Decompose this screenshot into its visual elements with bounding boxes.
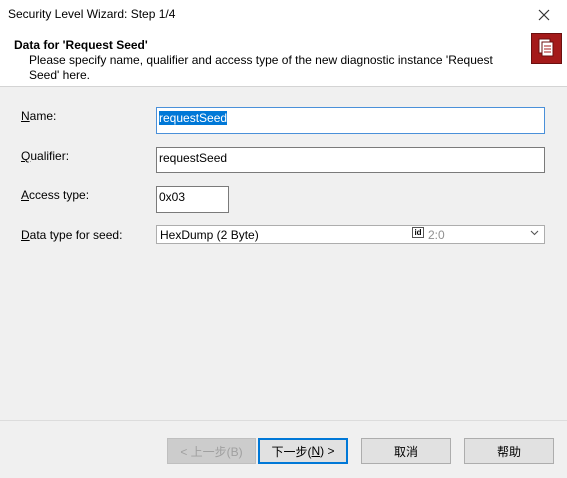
wizard-documents-icon xyxy=(531,33,562,64)
footer-divider xyxy=(0,420,567,421)
name-label: Name: xyxy=(21,109,57,123)
data-type-value: HexDump (2 Byte) xyxy=(160,228,259,242)
qualifier-input-value: requestSeed xyxy=(159,151,228,165)
header-description: Please specify name, qualifier and acces… xyxy=(29,53,493,82)
access-type-input-value: 0x03 xyxy=(159,190,186,204)
qualifier-input[interactable]: requestSeed xyxy=(156,147,545,173)
data-type-label: Data type for seed: xyxy=(21,228,123,242)
access-type-input[interactable]: 0x03 xyxy=(156,186,229,213)
window-title: Security Level Wizard: Step 1/4 xyxy=(8,7,176,21)
back-button[interactable]: < 上一步(B) xyxy=(167,438,256,464)
next-button[interactable]: 下一步(N) > xyxy=(258,438,348,464)
chevron-down-icon xyxy=(530,230,539,236)
cancel-button[interactable]: 取消 xyxy=(361,438,451,464)
header-title: Data for 'Request Seed' xyxy=(14,38,148,52)
access-type-label: Access type: xyxy=(21,188,90,202)
wizard-header: Data for 'Request Seed' Please specify n… xyxy=(0,32,567,87)
close-icon xyxy=(538,9,550,21)
title-bar: Security Level Wizard: Step 1/4 xyxy=(0,0,567,32)
data-type-dropdown[interactable]: HexDump (2 Byte) id 2:0 xyxy=(156,225,545,244)
id-badge-icon: id xyxy=(412,227,424,238)
help-button[interactable]: 帮助 xyxy=(464,438,554,464)
close-button[interactable] xyxy=(521,0,567,30)
name-input[interactable]: requestSeed xyxy=(156,107,545,134)
qualifier-label: Qualifier: xyxy=(21,149,70,163)
data-type-id-value: 2:0 xyxy=(428,228,445,242)
name-input-value: requestSeed xyxy=(159,111,228,125)
